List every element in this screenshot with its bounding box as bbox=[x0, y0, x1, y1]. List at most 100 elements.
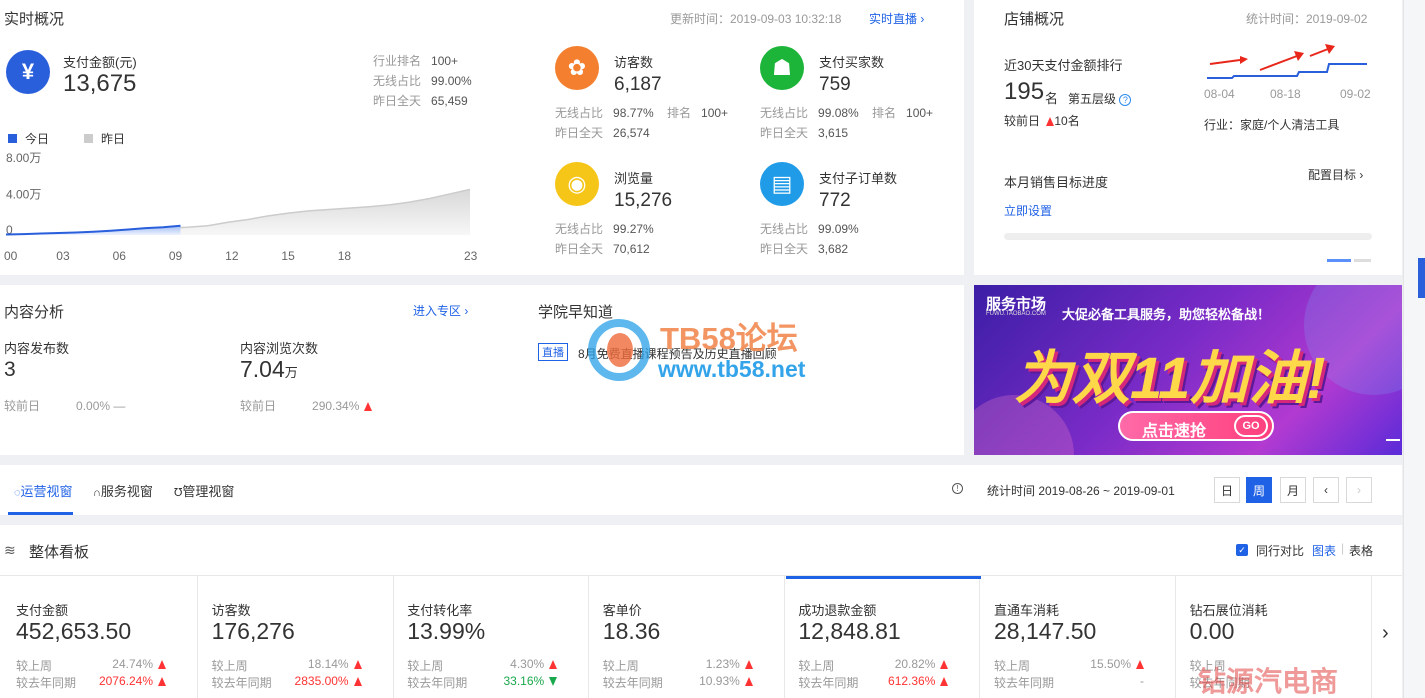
legend-today: 今日 bbox=[8, 130, 49, 147]
banner-slogan: 为双11加油! bbox=[1014, 346, 1326, 411]
kpi-week-compare: 较上周 1.23% bbox=[603, 657, 753, 674]
shop-card: 店铺概况 统计时间：2019-09-02 近30天支付金额排行 195 名 第五… bbox=[974, 0, 1402, 275]
kpi-card[interactable]: 直通车消耗 28,147.50 较上周 15.50% 较去年同期 - bbox=[982, 576, 1176, 698]
period-month-button[interactable]: 月 bbox=[1280, 477, 1306, 503]
enter-zone-link[interactable]: 进入专区 › bbox=[413, 302, 468, 319]
flame-icon bbox=[607, 333, 633, 367]
arrow-up-icon bbox=[353, 677, 362, 687]
tab-operations[interactable]: ◌运营视窗 bbox=[14, 481, 73, 500]
stat-range: 统计时间 2019-08-26 ~ 2019-09-01 bbox=[987, 484, 1175, 498]
kpi-next-arrow[interactable]: › bbox=[1382, 622, 1389, 645]
shop-title: 店铺概况 bbox=[1004, 11, 1065, 28]
kpi-label: 钻石展位消耗 bbox=[1189, 603, 1268, 618]
help-icon[interactable]: ? bbox=[1119, 94, 1132, 106]
side-stat-wireless: 无线占比 99.00% bbox=[373, 74, 472, 88]
y-tick-label: 4.00万 bbox=[6, 188, 41, 202]
kpi-label: 支付转化率 bbox=[407, 603, 473, 618]
tab-management[interactable]: ℧管理视窗 bbox=[174, 481, 234, 500]
publish-label: 内容发布数 bbox=[4, 341, 70, 356]
set-now-link[interactable]: 立即设置 bbox=[1004, 202, 1052, 219]
x-tick-label: 09 bbox=[169, 249, 183, 263]
kpi-card[interactable]: 访客数 176,276 较上周 18.14% 较去年同期 2835.00% bbox=[200, 576, 394, 698]
kpi-value: 18.36 bbox=[602, 618, 661, 644]
kpi-year-compare: 较去年同期 10.93% bbox=[603, 674, 753, 691]
next-period-button[interactable]: › bbox=[1346, 477, 1372, 503]
period-day-button[interactable]: 日 bbox=[1214, 477, 1240, 503]
metric-yesterday: 昨日全天 3,682 bbox=[760, 242, 849, 256]
metric-yesterday: 昨日全天 70,612 bbox=[555, 242, 650, 256]
date-3: 09-02 bbox=[1340, 87, 1371, 101]
info-icon[interactable]: ! bbox=[952, 483, 963, 494]
arrow-up-icon bbox=[158, 660, 166, 670]
arrow-up-icon bbox=[158, 677, 166, 687]
arrow-up-icon bbox=[940, 660, 949, 670]
chevron-right-icon: › bbox=[1357, 483, 1361, 497]
chevron-left-icon: ‹ bbox=[1324, 483, 1328, 497]
side-stat-yesterday: 昨日全天 65,459 bbox=[373, 94, 468, 108]
side-panel-active-marker[interactable] bbox=[1418, 258, 1425, 298]
peer-compare-checkbox[interactable]: ✓ bbox=[1236, 544, 1248, 556]
y-tick-label: 8.00万 bbox=[6, 151, 41, 165]
metric-wireless: 无线占比 99.27% bbox=[555, 222, 654, 236]
metric-yesterday: 昨日全天 26,574 bbox=[555, 126, 650, 140]
arrow-up-icon bbox=[940, 677, 949, 687]
divider: | bbox=[1341, 541, 1345, 555]
kpi-year-compare: 较去年同期 612.36% bbox=[798, 674, 949, 691]
target-progress-bar bbox=[1004, 233, 1372, 240]
users-icon: ☗ bbox=[760, 46, 804, 90]
prev-period-button[interactable]: ‹ bbox=[1313, 477, 1339, 503]
kpi-year-compare: 较去年同期 2835.00% bbox=[212, 674, 362, 691]
kpi-year-compare: 较去年同期 33.16% bbox=[407, 674, 558, 691]
realtime-chart: 8.00万4.00万000 03 06 09 12 15 18 23 bbox=[4, 151, 478, 263]
configure-target-link[interactable]: 配置目标 › bbox=[1308, 166, 1363, 183]
kpi-card[interactable]: 支付金额 452,653.50 较上周 24.74% 较去年同期 2076.24% bbox=[4, 576, 198, 698]
kpi-label: 客单价 bbox=[602, 603, 642, 618]
footprint-icon: ✿ bbox=[555, 46, 599, 90]
tab-service[interactable]: ∩服务视窗 bbox=[93, 481, 153, 500]
content-title: 内容分析 bbox=[4, 304, 65, 321]
pay-amount-value: 13,675 bbox=[63, 70, 137, 97]
watermark-brand: TB58论坛 bbox=[660, 321, 798, 356]
metric-value: 759 bbox=[819, 74, 851, 95]
legend-today-swatch bbox=[8, 134, 17, 143]
headset-icon: ∩ bbox=[93, 487, 101, 499]
kpi-year-compare: 较去年同期 - bbox=[994, 674, 1144, 690]
chart-view-link[interactable]: 图表 bbox=[1312, 542, 1336, 559]
kpi-year-compare: 较去年同期 2076.24% bbox=[16, 674, 166, 691]
banner-cta-button[interactable]: 点击速抢 GO bbox=[1118, 411, 1274, 441]
layers-icon: ≋ bbox=[4, 542, 16, 558]
table-view-link[interactable]: 表格 bbox=[1349, 542, 1373, 559]
carousel-dot[interactable] bbox=[1354, 259, 1371, 262]
kpi-card[interactable]: 客单价 18.36 较上周 1.23% 较去年同期 10.93% bbox=[591, 576, 785, 698]
arrow-up-icon bbox=[744, 677, 753, 687]
chevron-right-icon: › bbox=[920, 12, 925, 26]
arrow-up-icon bbox=[744, 660, 753, 670]
live-link[interactable]: 实时直播 › bbox=[869, 10, 924, 27]
side-stat-rank: 行业排名 100+ bbox=[373, 54, 459, 68]
x-tick-label: 00 bbox=[4, 249, 18, 263]
promo-banner[interactable]: 服务市场 FUWU.TAOBAO.COM 大促必备工具服务，助您轻松备战！ 为双… bbox=[974, 285, 1402, 455]
kpi-value: 452,653.50 bbox=[16, 618, 132, 644]
period-week-button[interactable]: 周 bbox=[1246, 477, 1272, 503]
kpi-card[interactable]: 支付转化率 13.99% 较上周 4.30% 较去年同期 33.16% bbox=[395, 576, 590, 698]
legend-yesterday: 昨日 bbox=[84, 130, 125, 147]
publish-compare: 较前日 0.00% — bbox=[4, 399, 126, 413]
arrow-up-icon bbox=[353, 660, 362, 670]
arrow-up-icon bbox=[364, 402, 373, 412]
watermark-url: www.tb58.net bbox=[658, 356, 806, 382]
banner-indicator[interactable] bbox=[1386, 439, 1400, 441]
kpi-label: 访客数 bbox=[211, 603, 251, 618]
metric-yesterday: 昨日全天 3,615 bbox=[760, 126, 849, 140]
academy-title: 学院早知道 bbox=[538, 304, 614, 321]
kpi-card[interactable]: 成功退款金额 12,848.81 较上周 20.82% 较去年同期 612.36% bbox=[786, 576, 981, 698]
views-value: 7.04万 bbox=[240, 356, 298, 382]
x-tick-label: 03 bbox=[56, 249, 70, 263]
rank-compare: 较前日 10名 bbox=[1004, 114, 1080, 128]
carousel-dot-active[interactable] bbox=[1327, 259, 1351, 262]
views-compare: 较前日 290.34% bbox=[240, 397, 373, 414]
kpi-value: 12,848.81 bbox=[798, 618, 901, 644]
rank-label: 近30天支付金额排行 bbox=[1004, 58, 1123, 73]
chevron-right-icon: › bbox=[1382, 622, 1389, 644]
rank-unit: 名 bbox=[1045, 91, 1059, 106]
view-tabs-bar: ◌运营视窗 ∩服务视窗 ℧管理视窗 ! 统计时间 2019-08-26 ~ 20… bbox=[0, 465, 1402, 515]
